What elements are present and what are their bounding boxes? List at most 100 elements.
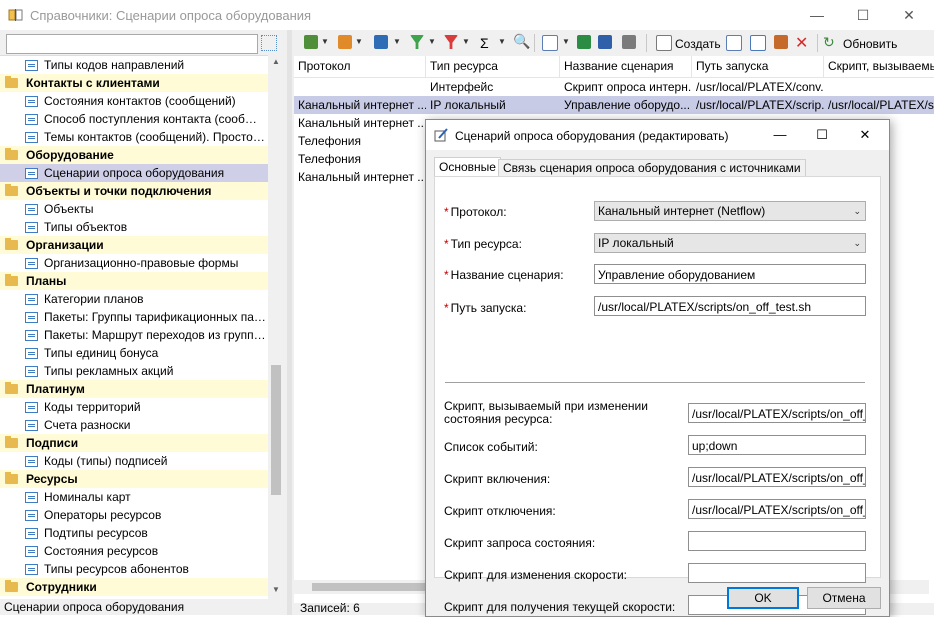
- table-cell: IP локальный: [430, 98, 506, 112]
- excel-icon[interactable]: [577, 35, 591, 49]
- tree-item[interactable]: Категории планов: [0, 290, 268, 308]
- catalog-tree[interactable]: Типы кодов направлений Контакты с клиента…: [0, 55, 268, 599]
- tree-group[interactable]: Оборудование: [0, 146, 268, 164]
- chevron-down-icon[interactable]: ▼: [562, 37, 570, 46]
- tree-item[interactable]: Типы ресурсов абонентов: [0, 560, 268, 578]
- launch-path-field[interactable]: /usr/local/PLATEX/scripts/on_off_test.sh: [594, 296, 866, 316]
- table-row[interactable]: Канальный интернет ... IP локальный Управл…: [294, 96, 934, 114]
- chevron-down-icon[interactable]: ▼: [498, 37, 506, 46]
- tree-item-label: Счета разноски: [44, 418, 131, 432]
- tree-search-button[interactable]: [261, 35, 277, 51]
- chevron-down-icon[interactable]: ▼: [393, 37, 401, 46]
- document-icon: [25, 258, 38, 269]
- tree-item[interactable]: Пакеты: Маршрут переходов из групп в гру…: [0, 326, 268, 344]
- view-icon[interactable]: [750, 35, 766, 51]
- tree-group[interactable]: Планы: [0, 272, 268, 290]
- search-icon[interactable]: 🔍: [513, 33, 530, 50]
- tab-main[interactable]: Основные: [434, 157, 501, 177]
- column-header-resource-type[interactable]: Тип ресурса: [426, 56, 560, 78]
- tree-item[interactable]: Типы рекламных акций: [0, 362, 268, 380]
- tree-group[interactable]: Подписи: [0, 434, 268, 452]
- save-icon[interactable]: [598, 35, 612, 49]
- resource-type-select[interactable]: IP локальный ⌄: [594, 233, 866, 253]
- minimize-button[interactable]: —: [794, 0, 840, 30]
- column-header-script[interactable]: Скрипт, вызываемый...: [824, 56, 934, 78]
- tree-item[interactable]: Темы контактов (сообщений). Просто справ…: [0, 128, 268, 146]
- maximize-button[interactable]: ☐: [840, 0, 886, 30]
- filter-clear-icon[interactable]: [444, 35, 458, 49]
- speed-change-script-field[interactable]: [688, 563, 866, 583]
- refresh-icon[interactable]: ↻: [823, 34, 835, 51]
- tree-item[interactable]: Подтипы ресурсов: [0, 524, 268, 542]
- tree-search-input[interactable]: [6, 34, 258, 54]
- table-row[interactable]: Интерфейс Скрипт опроса интерн... /usr/loc…: [294, 78, 934, 96]
- new-document-icon[interactable]: [656, 35, 672, 51]
- tree-item[interactable]: Сценарии опроса оборудования: [0, 164, 268, 182]
- tree-item[interactable]: Способ поступления контакта (сообщения): [0, 110, 268, 128]
- folder-icon: [5, 148, 18, 160]
- scroll-down-icon[interactable]: ▼: [271, 585, 281, 595]
- tab-sources-link[interactable]: Связь сценария опроса оборудования с ист…: [498, 159, 806, 177]
- state-change-script-field[interactable]: /usr/local/PLATEX/scripts/on_off_te: [688, 403, 866, 423]
- on-script-field[interactable]: /usr/local/PLATEX/scripts/on_off_te: [688, 467, 866, 487]
- dialog-minimize-button[interactable]: —: [759, 120, 801, 150]
- dialog-title: Сценарий опроса оборудования (редактиров…: [455, 129, 729, 143]
- tree-item[interactable]: Коды (типы) подписей: [0, 452, 268, 470]
- duplicate-icon[interactable]: [726, 35, 742, 51]
- tree-item[interactable]: Типы кодов направлений: [0, 56, 268, 74]
- column-header-scenario-name[interactable]: Название сценария: [560, 56, 692, 78]
- protocol-label: * Протокол:: [444, 205, 507, 219]
- filter-icon[interactable]: [410, 35, 424, 49]
- refresh-button[interactable]: Обновить: [843, 37, 897, 51]
- chevron-down-icon[interactable]: ▼: [462, 37, 470, 46]
- tree-item[interactable]: Организационно-правовые формы: [0, 254, 268, 272]
- tree-group[interactable]: Контакты с клиентами: [0, 74, 268, 92]
- tree-group[interactable]: Организации: [0, 236, 268, 254]
- tree-item[interactable]: Состояния контактов (сообщений): [0, 92, 268, 110]
- document-icon: [25, 114, 38, 125]
- scenario-name-field[interactable]: Управление оборудованием: [594, 264, 866, 284]
- export-grid-icon[interactable]: [304, 35, 318, 49]
- ok-button[interactable]: OK: [727, 587, 799, 609]
- tree-item[interactable]: Объекты: [0, 200, 268, 218]
- tree-scrollbar[interactable]: ▲ ▼: [268, 55, 284, 598]
- tree-item[interactable]: Номиналы карт: [0, 488, 268, 506]
- tree-scroll-thumb[interactable]: [271, 365, 281, 495]
- column-header-protocol[interactable]: Протокол: [294, 56, 426, 78]
- column-header-launch-path[interactable]: Путь запуска: [692, 56, 824, 78]
- tree-item[interactable]: Пакеты: Группы тарификационных пакетов: [0, 308, 268, 326]
- sort-icon[interactable]: [338, 35, 352, 49]
- chevron-down-icon[interactable]: ▼: [428, 37, 436, 46]
- copy-icon[interactable]: [542, 35, 558, 51]
- tree-group[interactable]: Платинум: [0, 380, 268, 398]
- events-field[interactable]: up;down: [688, 435, 866, 455]
- group-tree-icon[interactable]: [374, 35, 388, 49]
- tree-item[interactable]: Типы объектов: [0, 218, 268, 236]
- chevron-down-icon[interactable]: ▼: [321, 37, 329, 46]
- tree-group[interactable]: Объекты и точки подключения: [0, 182, 268, 200]
- scroll-up-icon[interactable]: ▲: [271, 57, 281, 67]
- create-button[interactable]: Создать: [675, 37, 721, 51]
- protocol-select[interactable]: Канальный интернет (Netflow) ⌄: [594, 201, 866, 221]
- toolbar-separator: [534, 34, 535, 52]
- print-icon[interactable]: [622, 35, 636, 49]
- state-query-script-field[interactable]: [688, 531, 866, 551]
- chevron-down-icon[interactable]: ▼: [355, 37, 363, 46]
- tree-group[interactable]: Ресурсы: [0, 470, 268, 488]
- dialog-maximize-button[interactable]: ☐: [801, 120, 843, 150]
- table-cell: Телефония: [298, 152, 361, 166]
- tree-item[interactable]: Коды территорий: [0, 398, 268, 416]
- delete-icon[interactable]: ✕: [795, 33, 808, 53]
- cancel-button[interactable]: Отмена: [807, 587, 881, 609]
- tree-item[interactable]: Счета разноски: [0, 416, 268, 434]
- tree-item[interactable]: Состояния ресурсов: [0, 542, 268, 560]
- dialog-close-button[interactable]: ✕: [844, 120, 886, 150]
- tree-item[interactable]: Типы единиц бонуса: [0, 344, 268, 362]
- close-button[interactable]: ✕: [886, 0, 932, 30]
- tree-item[interactable]: Операторы ресурсов: [0, 506, 268, 524]
- tree-item[interactable]: Виды...: [0, 596, 268, 599]
- off-script-field[interactable]: /usr/local/PLATEX/scripts/on_off_te: [688, 499, 866, 519]
- sum-icon[interactable]: Σ: [480, 35, 489, 51]
- tree-group[interactable]: Сотрудники: [0, 578, 268, 596]
- edit-icon[interactable]: [774, 35, 788, 49]
